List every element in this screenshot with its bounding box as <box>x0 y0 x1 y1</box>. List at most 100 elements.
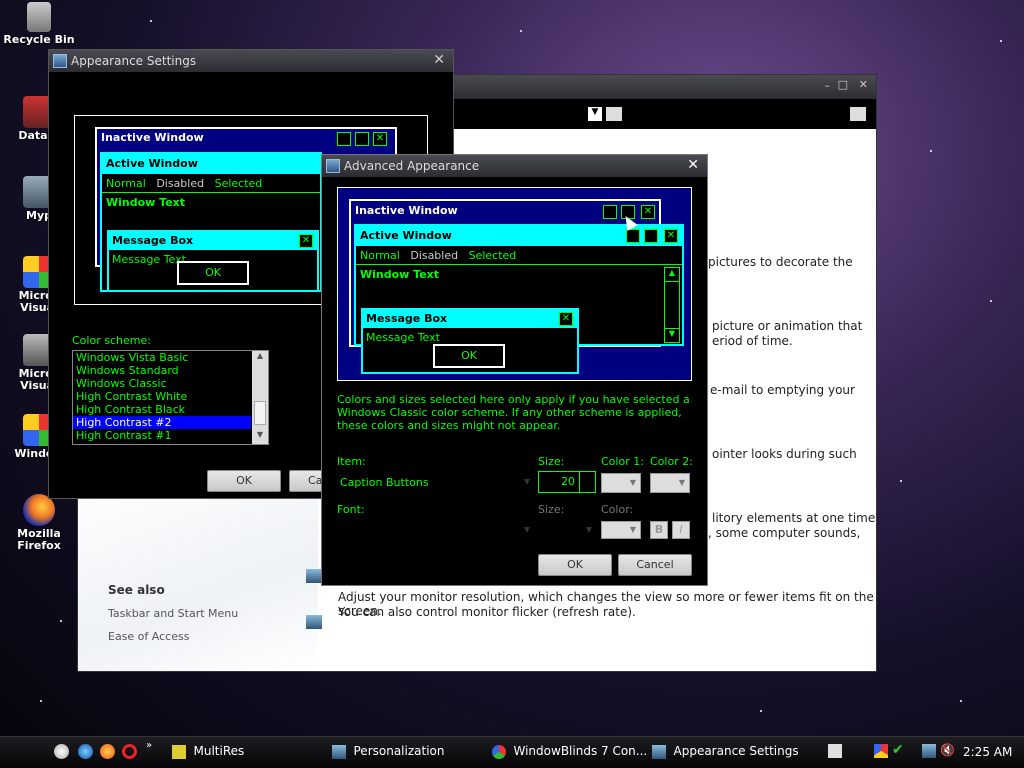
chevron-down-icon: ▼ <box>585 525 592 534</box>
ie-icon[interactable] <box>78 744 93 759</box>
size-label: Size: <box>538 455 565 468</box>
adv-preview-menu-normal: Normal <box>360 249 400 262</box>
taskbar-item-label: WindowBlinds 7 Con... <box>513 744 648 758</box>
advanced-preview[interactable]: Inactive Window ✕ Active Window ✕ Normal… <box>337 187 692 381</box>
preview-menu-selected: Selected <box>214 177 263 190</box>
desc-line: e-mail to emptying your <box>710 383 855 397</box>
minimize-icon <box>603 205 617 219</box>
ease-of-access-link[interactable]: Ease of Access <box>108 630 189 643</box>
list-item[interactable]: High Contrast #1 <box>73 429 268 442</box>
cancel-button[interactable]: Ca <box>289 470 323 492</box>
list-item[interactable]: High Contrast White <box>73 390 268 403</box>
desc-line: eriod of time. <box>712 334 793 348</box>
list-item[interactable]: Windows Vista Basic <box>73 351 268 364</box>
list-item[interactable]: High Contrast Black <box>73 403 268 416</box>
list-item[interactable]: Windows Standard <box>73 364 268 377</box>
font-size-dropdown[interactable]: ▼ <box>538 521 594 541</box>
system-tray: ✔ 🔇 <box>828 742 958 762</box>
tray-check-icon[interactable]: ✔ <box>892 742 904 758</box>
close-icon: ✕ <box>559 312 573 326</box>
preview-message-box: Message Box ✕ Message Text OK <box>107 230 319 292</box>
taskbar-item-appearance[interactable]: Appearance Settings <box>652 744 799 762</box>
taskbar-item-label: Personalization <box>353 744 445 758</box>
desc-line: litory elements at one time <box>712 511 876 525</box>
scroll-up-icon[interactable]: ▲ <box>252 351 268 365</box>
tray-network-icon[interactable] <box>922 744 936 758</box>
adv-preview-message-title: Message Box <box>363 310 577 328</box>
bold-button[interactable]: B <box>650 521 668 539</box>
close-icon: ✕ <box>373 132 387 146</box>
scroll-up-icon: ▲ <box>665 268 679 282</box>
taskbar-item-personalization[interactable]: Personalization <box>332 744 444 762</box>
size-value: 20 <box>561 475 575 488</box>
font-color-label: Color: <box>601 503 634 516</box>
scrollbar[interactable]: ▲ ▼ <box>252 351 268 444</box>
dropdown-icon[interactable]: ▼ <box>588 107 602 121</box>
size-stepper[interactable]: 20 <box>538 471 596 493</box>
help-icon[interactable] <box>850 107 866 121</box>
advanced-window-icon <box>326 159 340 173</box>
ok-button[interactable]: OK <box>538 554 612 576</box>
chevron-down-icon: ▼ <box>523 525 530 534</box>
firefox-icon[interactable] <box>100 744 115 759</box>
italic-button[interactable]: I <box>672 521 690 539</box>
font-label: Font: <box>337 503 365 516</box>
list-item-selected[interactable]: High Contrast #2 <box>73 416 251 429</box>
maximize-icon <box>644 229 658 243</box>
minimize-icon <box>337 132 351 146</box>
taskbar-item-multires[interactable]: MultiRes <box>172 744 244 762</box>
item-dropdown[interactable]: Caption Buttons ▼ <box>337 473 532 493</box>
close-icon: ✕ <box>641 205 655 219</box>
list-item[interactable]: Windows Classic <box>73 377 268 390</box>
appearance-icon <box>652 745 666 759</box>
refresh-icon[interactable] <box>606 107 622 121</box>
advanced-appearance-window: Advanced Appearance ✕ Inactive Window ✕ … <box>321 154 708 586</box>
see-also-heading: See also <box>108 583 165 597</box>
scroll-thumb[interactable] <box>254 401 266 425</box>
close-icon[interactable]: ✕ <box>687 157 699 173</box>
chevron-right-icon[interactable]: » <box>146 740 152 751</box>
taskbar-item-windowblinds[interactable]: WindowBlinds 7 Con... <box>492 744 647 762</box>
preview-menu-disabled: Disabled <box>156 177 205 190</box>
classic-scheme-note: Colors and sizes selected here only appl… <box>337 393 690 432</box>
desktop-icon-firefox[interactable]: Mozilla Firefox <box>0 494 78 552</box>
minimize-icon[interactable]: – <box>825 79 831 92</box>
adv-preview-message-box[interactable]: Message Box ✕ Message Text OK <box>361 308 579 374</box>
font-dropdown[interactable]: ▼ <box>337 521 532 541</box>
preview-message-title: Message Box <box>109 232 317 250</box>
taskbar-item-label: MultiRes <box>193 744 245 758</box>
color2-button[interactable]: ▼ <box>650 473 690 493</box>
close-icon[interactable]: ✕ <box>433 52 445 68</box>
color2-label: Color 2: <box>650 455 693 468</box>
appearance-titlebar: Appearance Settings ✕ <box>49 50 453 72</box>
scroll-down-icon[interactable]: ▼ <box>252 430 268 444</box>
chevron-down-icon: ▼ <box>629 525 636 534</box>
taskbar-start-menu-link[interactable]: Taskbar and Start Menu <box>108 607 238 620</box>
taskbar-clock[interactable]: 2:25 AM <box>963 745 1012 759</box>
advanced-title: Advanced Appearance <box>344 159 480 173</box>
item-label: Item: <box>337 455 366 468</box>
close-icon[interactable]: ✕ <box>859 78 868 91</box>
desktop-icon-recycle-bin[interactable]: Recycle Bin <box>0 2 78 46</box>
adv-preview-menu-disabled: Disabled <box>410 249 459 262</box>
opera-icon[interactable] <box>122 744 137 759</box>
desc-line: picture or animation that <box>712 319 863 333</box>
cancel-button[interactable]: Cancel <box>618 554 692 576</box>
quick-launch: » <box>50 740 160 760</box>
tray-tool-icon[interactable] <box>828 744 842 758</box>
preview-window-text: Window Text <box>102 192 320 212</box>
tray-security-icon[interactable] <box>874 744 888 758</box>
font-color-button[interactable]: ▼ <box>601 521 641 539</box>
maximize-icon[interactable]: □ <box>838 78 848 91</box>
multires-icon <box>172 745 186 759</box>
close-icon: ✕ <box>664 229 678 243</box>
color-scheme-list[interactable]: Windows Vista Basic Windows Standard Win… <box>72 350 269 445</box>
chevron-down-icon: ▼ <box>629 478 636 487</box>
tray-volume-icon[interactable]: 🔇 <box>940 743 955 757</box>
media-icon[interactable] <box>54 744 69 759</box>
font-size-label: Size: <box>538 503 565 516</box>
ok-button[interactable]: OK <box>207 470 281 492</box>
color-scheme-label: Color scheme: <box>72 334 151 347</box>
personalization-icon <box>332 745 346 759</box>
color1-button[interactable]: ▼ <box>601 473 641 493</box>
